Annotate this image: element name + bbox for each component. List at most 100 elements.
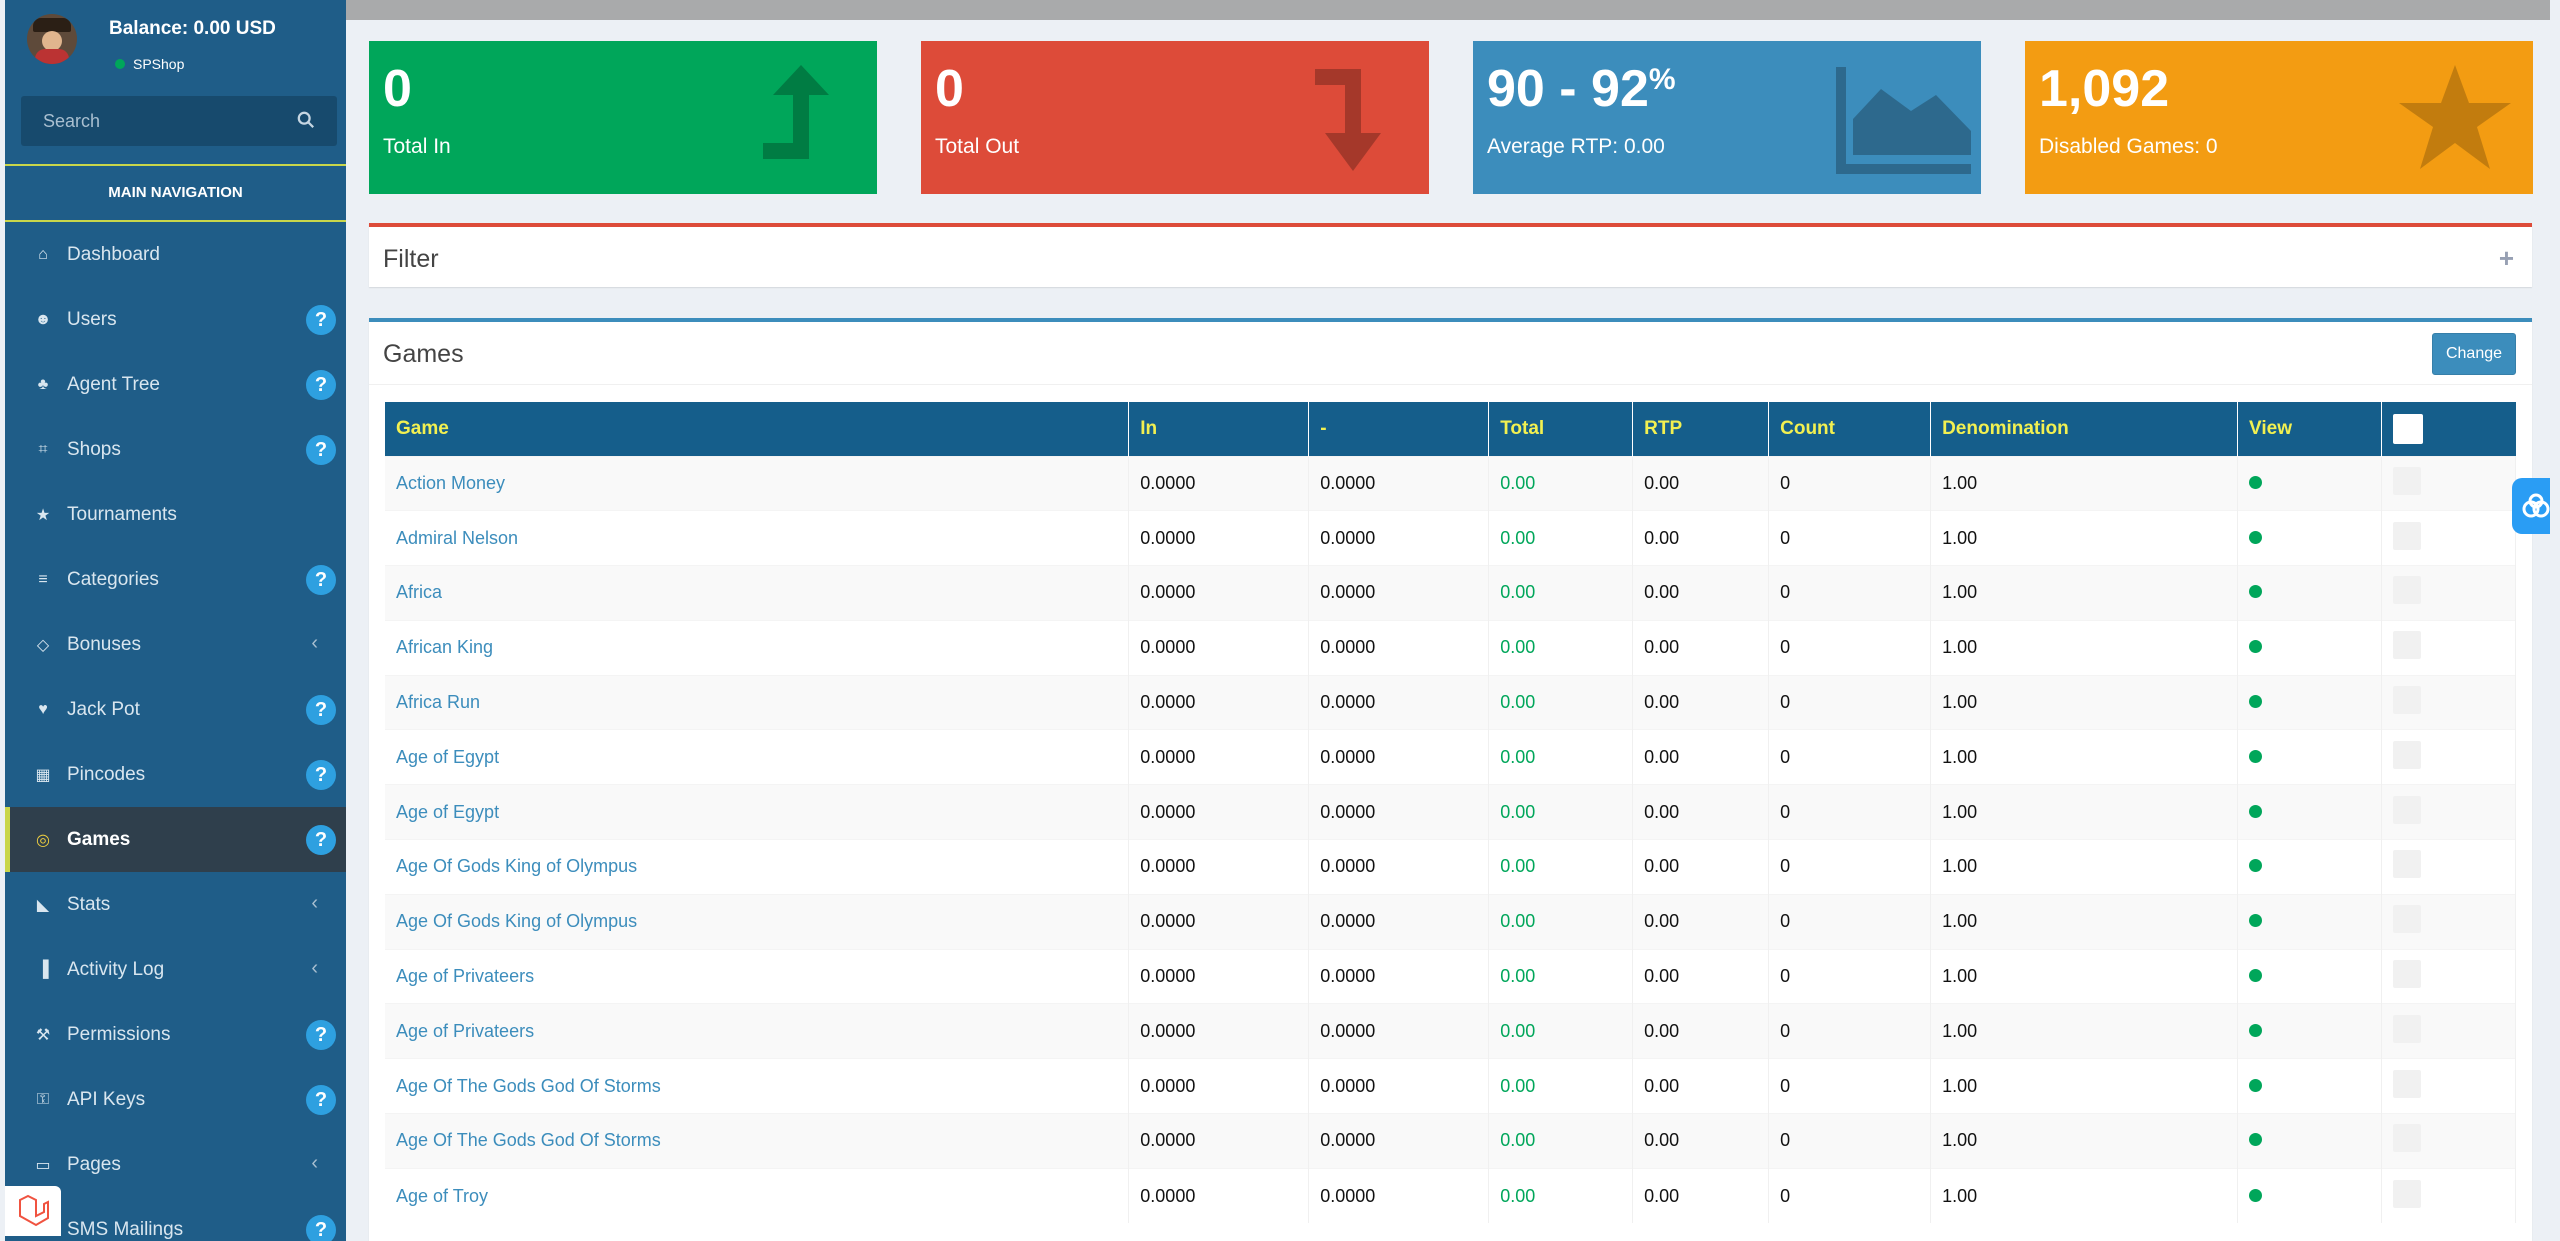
col-rtp[interactable]: RTP xyxy=(1632,402,1770,456)
search-icon[interactable] xyxy=(297,111,315,129)
game-link[interactable]: Age Of Gods King of Olympus xyxy=(385,893,1130,950)
col-count[interactable]: Count xyxy=(1768,402,1932,456)
game-link[interactable]: Age Of The Gods God Of Storms xyxy=(385,1113,1130,1169)
help-badge[interactable]: ? xyxy=(306,565,336,595)
row-checkbox[interactable] xyxy=(2392,1069,2421,1098)
sidebar-item-dashboard[interactable]: ⌂ Dashboard xyxy=(5,222,346,287)
help-badge[interactable]: ? xyxy=(306,1215,336,1241)
status-dot-icon[interactable] xyxy=(2249,640,2263,654)
game-link[interactable]: Age of Egypt xyxy=(385,784,1130,840)
col-view[interactable]: View xyxy=(2237,402,2382,456)
status-dot-icon[interactable] xyxy=(2249,804,2263,818)
row-checkbox[interactable] xyxy=(2392,1179,2421,1208)
help-badge[interactable]: ? xyxy=(306,305,336,335)
sidebar-item-users[interactable]: ☻ Users? xyxy=(5,287,346,352)
game-link[interactable]: African King xyxy=(385,619,1130,676)
sidebar-item-pincodes[interactable]: ▦ Pincodes? xyxy=(5,742,346,807)
cell-in: 0.0000 xyxy=(1128,455,1310,511)
row-checkbox[interactable] xyxy=(2392,576,2421,605)
sidebar-item-bonuses[interactable]: ◇ Bonuses ‹ xyxy=(5,612,346,677)
row-checkbox[interactable] xyxy=(2392,466,2421,495)
row-checkbox[interactable] xyxy=(2392,631,2421,660)
status-dot-icon[interactable] xyxy=(2249,1023,2263,1037)
gamepad-icon: ◎ xyxy=(36,831,50,849)
help-badge[interactable]: ? xyxy=(306,760,336,790)
status-dot-icon[interactable] xyxy=(2249,859,2263,873)
row-checkbox[interactable] xyxy=(2392,905,2421,934)
sidebar-item-games[interactable]: ◎ Games? xyxy=(5,807,346,872)
help-badge[interactable]: ? xyxy=(306,435,336,465)
search-input[interactable] xyxy=(21,110,281,132)
status-dot-icon[interactable] xyxy=(2249,585,2263,599)
col-total[interactable]: Total xyxy=(1488,402,1634,456)
status-dot-icon[interactable] xyxy=(2249,749,2263,763)
key-icon: ⚿ xyxy=(36,1090,50,1108)
row-checkbox[interactable] xyxy=(2392,960,2421,989)
laravel-logo-icon[interactable] xyxy=(5,1186,61,1236)
help-badge[interactable]: ? xyxy=(306,370,336,400)
change-button[interactable]: Change xyxy=(2432,333,2516,375)
sidebar-item-api-keys[interactable]: ⚿ API Keys? xyxy=(5,1067,346,1132)
row-checkbox[interactable] xyxy=(2392,795,2421,824)
help-badge[interactable]: ? xyxy=(306,695,336,725)
row-checkbox[interactable] xyxy=(2392,521,2421,550)
row-checkbox[interactable] xyxy=(2392,686,2421,715)
game-link[interactable]: Age of Privateers xyxy=(385,1003,1130,1059)
sidebar-item-permissions[interactable]: ⚒ Permissions? xyxy=(5,1002,346,1067)
sidebar-item-jack-pot[interactable]: ♥ Jack Pot? xyxy=(5,677,346,742)
status-dot-icon[interactable] xyxy=(2249,969,2263,983)
game-link[interactable]: Action Money xyxy=(385,455,1130,511)
game-link[interactable]: Age of Privateers xyxy=(385,948,1130,1004)
sidebar-item-shops[interactable]: ⌗ Shops? xyxy=(5,417,346,482)
status-dot-icon[interactable] xyxy=(2249,695,2263,709)
sidebar-item-label: Pages xyxy=(67,1153,121,1175)
game-link[interactable]: Age of Troy xyxy=(385,1167,1130,1224)
cell-view xyxy=(2237,1003,2382,1059)
cell-select xyxy=(2381,729,2517,785)
cell-select xyxy=(2381,619,2517,676)
game-link[interactable]: Age of Egypt xyxy=(385,729,1130,785)
cell-total: 0.00 xyxy=(1488,619,1634,676)
col-game[interactable]: Game xyxy=(385,402,1130,456)
cell-count: 0 xyxy=(1768,948,1932,1004)
sidebar-item-tournaments[interactable]: ★ Tournaments xyxy=(5,482,346,547)
status-dot-icon[interactable] xyxy=(2249,1188,2263,1202)
list-icon: ≡ xyxy=(38,570,48,588)
shop-status: SPShop xyxy=(115,56,184,72)
status-dot-icon[interactable] xyxy=(2249,1133,2263,1147)
sidebar-item-categories[interactable]: ≡ Categories? xyxy=(5,547,346,612)
row-checkbox[interactable] xyxy=(2392,1124,2421,1153)
select-all-checkbox[interactable] xyxy=(2392,413,2423,444)
expand-icon[interactable]: + xyxy=(2499,243,2514,274)
row-checkbox[interactable] xyxy=(2392,740,2421,769)
table-row: Age Of The Gods God Of Storms 0.0000 0.000… xyxy=(385,1113,2517,1169)
row-checkbox[interactable] xyxy=(2392,850,2421,879)
sidebar-item-label: Pincodes xyxy=(67,763,146,785)
cell-view xyxy=(2237,839,2382,895)
row-checkbox[interactable] xyxy=(2392,1014,2421,1043)
status-dot-icon[interactable] xyxy=(2249,1078,2263,1092)
sidebar-item-agent-tree[interactable]: ♣ Agent Tree? xyxy=(5,352,346,417)
col-out[interactable]: - xyxy=(1308,402,1490,456)
status-dot-icon[interactable] xyxy=(2249,475,2263,489)
game-link[interactable]: Age Of Gods King of Olympus xyxy=(385,839,1130,895)
game-link[interactable]: Africa xyxy=(385,565,1130,621)
col-denomination[interactable]: Denomination xyxy=(1930,402,2239,456)
games-table: Game In - Total RTP Count Denomination V… xyxy=(385,402,2517,1224)
cell-in: 0.0000 xyxy=(1128,510,1310,566)
status-dot-icon[interactable] xyxy=(2249,914,2263,928)
col-in[interactable]: In xyxy=(1128,402,1310,456)
sidebar-item-stats[interactable]: ◣ Stats ‹ xyxy=(5,872,346,937)
status-dot-icon[interactable] xyxy=(2249,530,2263,544)
cell-select xyxy=(2381,948,2517,1004)
cell-in: 0.0000 xyxy=(1128,784,1310,840)
table-row: Age Of Gods King of Olympus 0.0000 0.0000 0… xyxy=(385,839,2517,895)
table-row: Africa 0.0000 0.0000 0.00 0.00 0 1.00 xyxy=(385,565,2517,621)
help-badge[interactable]: ? xyxy=(306,1085,336,1115)
game-link[interactable]: Admiral Nelson xyxy=(385,510,1130,566)
help-badge[interactable]: ? xyxy=(306,1020,336,1050)
game-link[interactable]: Age Of The Gods God Of Storms xyxy=(385,1058,1130,1114)
help-badge[interactable]: ? xyxy=(306,825,336,855)
sidebar-item-activity-log[interactable]: ▐ Activity Log ‹ xyxy=(5,937,346,1002)
game-link[interactable]: Africa Run xyxy=(385,674,1130,730)
